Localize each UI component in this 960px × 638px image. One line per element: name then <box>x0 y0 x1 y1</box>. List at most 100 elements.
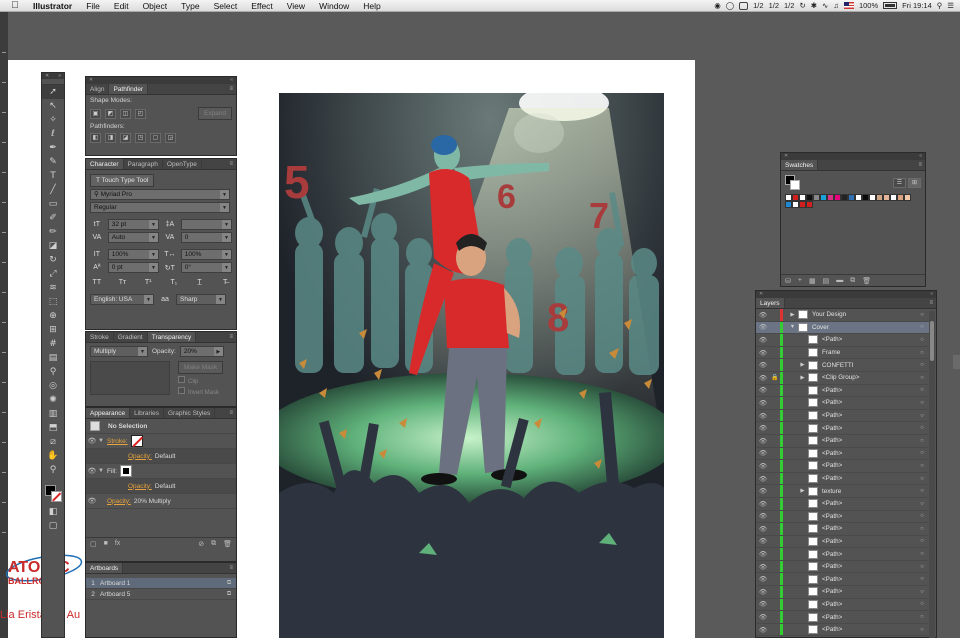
tab-swatches[interactable]: Swatches <box>781 160 819 170</box>
chevron-down-icon[interactable]: ▼ <box>222 220 231 229</box>
layer-name[interactable]: <Path> <box>822 601 914 608</box>
language-select[interactable]: English: USA ▼ <box>90 294 154 305</box>
layer-name[interactable]: <Path> <box>822 614 914 621</box>
invert-mask-checkbox-box[interactable] <box>178 387 185 394</box>
tab-character[interactable]: Character <box>86 159 124 169</box>
layer-row[interactable]: 👁 <Path> ○ <box>756 497 930 511</box>
layer-name[interactable]: <Path> <box>822 399 914 406</box>
duplicate-item-icon[interactable]: ⧉ <box>211 540 216 548</box>
target-icon[interactable]: ○ <box>914 526 930 532</box>
paintbrush-tool-icon[interactable]: ✐ <box>42 211 64 225</box>
target-icon[interactable]: ○ <box>914 400 930 406</box>
tab-align[interactable]: Align <box>86 84 110 94</box>
vertical-scale-field[interactable]: 100% ▼ <box>107 249 159 260</box>
target-icon[interactable]: ○ <box>914 513 930 519</box>
perspective-grid-tool-icon[interactable]: ⊞ <box>42 323 64 337</box>
panel-menu-icon[interactable]: ≡ <box>229 332 236 342</box>
layer-name[interactable]: <Path> <box>822 462 914 469</box>
volume-icon[interactable]: ♫ <box>833 1 839 10</box>
exclude-icon[interactable]: ◰ <box>135 108 146 119</box>
tab-opentype[interactable]: OpenType <box>163 159 202 169</box>
all-caps-icon[interactable]: TT <box>90 279 104 286</box>
stroke-none-swatch[interactable] <box>130 435 143 447</box>
appearance-stroke-row[interactable]: 👁 ▼ Stroke: <box>86 434 236 449</box>
eye-icon[interactable]: 👁 <box>756 512 770 520</box>
screen-mode-icon[interactable]: ▢ <box>42 519 64 533</box>
stroke-swatch[interactable] <box>790 180 800 190</box>
chevron-down-icon[interactable]: ▼ <box>220 190 229 199</box>
layer-row[interactable]: 👁 <Path> ○ <box>756 397 930 410</box>
leading-field[interactable]: ▼ <box>180 219 232 230</box>
eye-icon[interactable]: 👁 <box>756 449 770 457</box>
menu-window[interactable]: Window <box>319 1 349 11</box>
target-icon[interactable]: ○ <box>914 463 930 469</box>
swatch-cell[interactable] <box>799 201 806 208</box>
layer-row[interactable]: 👁 Frame ○ <box>756 346 930 360</box>
layer-name[interactable]: <Path> <box>822 513 914 520</box>
layer-row[interactable]: 👁 <Path> ○ <box>756 598 930 612</box>
width-tool-icon[interactable]: ≋ <box>42 281 64 295</box>
eye-icon[interactable]: 👁 <box>756 311 770 319</box>
target-icon[interactable]: ○ <box>914 450 930 456</box>
chevron-down-icon[interactable]: ▼ <box>220 203 229 212</box>
swatch-options-icon[interactable]: ▤ <box>823 277 830 285</box>
layer-row[interactable]: 👁 <Path> ○ <box>756 384 930 398</box>
blend-tool-icon[interactable]: ◎ <box>42 379 64 393</box>
blend-mode-select[interactable]: Multiply ▼ <box>90 346 148 357</box>
horizontal-scale-field[interactable]: 100% ▼ <box>180 249 232 260</box>
target-icon[interactable]: ○ <box>914 589 930 595</box>
chevron-down-icon[interactable]: ▼ <box>98 468 107 474</box>
target-icon[interactable]: ○ <box>914 312 930 318</box>
add-stroke-icon[interactable]: ▢ <box>90 540 97 548</box>
scale-tool-icon[interactable]: ⤢ <box>42 267 64 281</box>
layer-row[interactable]: 👁 <Path> ○ <box>756 623 930 637</box>
layers-scrollbar-thumb[interactable] <box>930 321 934 361</box>
eraser-tool-icon[interactable]: ◪ <box>42 239 64 253</box>
layer-row[interactable]: 👁 <Path> ○ <box>756 434 930 448</box>
battery-icon[interactable] <box>883 2 898 9</box>
menu-app[interactable]: Illustrator <box>33 1 72 11</box>
font-style-field[interactable]: Regular ▼ <box>90 202 230 213</box>
direct-selection-tool-icon[interactable]: ↖ <box>42 99 64 113</box>
panel-menu-icon[interactable]: ≡ <box>229 84 236 94</box>
appearance-object-opacity-row[interactable]: 👁 Opacity: 20% Multiply <box>86 494 236 509</box>
unite-icon[interactable]: ▣ <box>90 108 101 119</box>
panel-titlebar[interactable]: ✕ « <box>86 77 236 84</box>
flag-icon[interactable] <box>843 2 854 9</box>
layer-name[interactable]: Cover <box>812 324 914 331</box>
swatch-cell[interactable] <box>785 194 792 201</box>
font-size-field[interactable]: 32 pt ▼ <box>107 219 159 230</box>
swatch-cell[interactable] <box>862 194 869 201</box>
color-modes-icon[interactable]: ◧ <box>42 505 64 519</box>
mask-thumbnail[interactable] <box>90 361 170 395</box>
chevron-right-icon[interactable]: ▶ <box>213 347 223 356</box>
selection-tool-icon[interactable]: ➚ <box>42 85 64 99</box>
window-scrollbar-thumb[interactable] <box>953 355 960 369</box>
lasso-tool-icon[interactable]: ℓ <box>42 127 64 141</box>
status-half-3[interactable]: 1/2 <box>784 1 794 10</box>
fill-black-swatch[interactable] <box>120 465 133 477</box>
layer-name[interactable]: <Path> <box>822 437 914 444</box>
slice-tool-icon[interactable]: ⧄ <box>42 435 64 449</box>
collapse-icon[interactable]: « <box>930 291 933 298</box>
menu-edit[interactable]: Edit <box>114 1 129 11</box>
swatch-cell[interactable] <box>820 194 827 201</box>
swatch-cell[interactable] <box>834 194 841 201</box>
eye-icon[interactable]: 👁 <box>756 437 770 445</box>
target-icon[interactable]: ○ <box>914 425 930 431</box>
menu-object[interactable]: Object <box>143 1 168 11</box>
sync-icon[interactable]: ↻ <box>799 1 805 10</box>
notification-icon[interactable]: ☰ <box>947 1 954 10</box>
close-icon[interactable]: ✕ <box>45 73 49 79</box>
zoom-tool-icon[interactable]: ⚲ <box>42 463 64 477</box>
layer-row[interactable]: 👁 <Path> ○ <box>756 422 930 435</box>
magic-wand-tool-icon[interactable]: ✧ <box>42 113 64 127</box>
superscript-icon[interactable]: T¹ <box>141 279 155 286</box>
target-icon[interactable]: ○ <box>914 564 930 570</box>
appearance-fill-opacity-row[interactable]: Opacity: Default <box>86 479 236 494</box>
rotate-tool-icon[interactable]: ↻ <box>42 253 64 267</box>
swatch-cell[interactable] <box>806 194 813 201</box>
eye-icon[interactable]: 👁 <box>756 600 770 608</box>
gradient-tool-icon[interactable]: ▤ <box>42 351 64 365</box>
eye-icon[interactable]: 👁 <box>756 323 770 331</box>
